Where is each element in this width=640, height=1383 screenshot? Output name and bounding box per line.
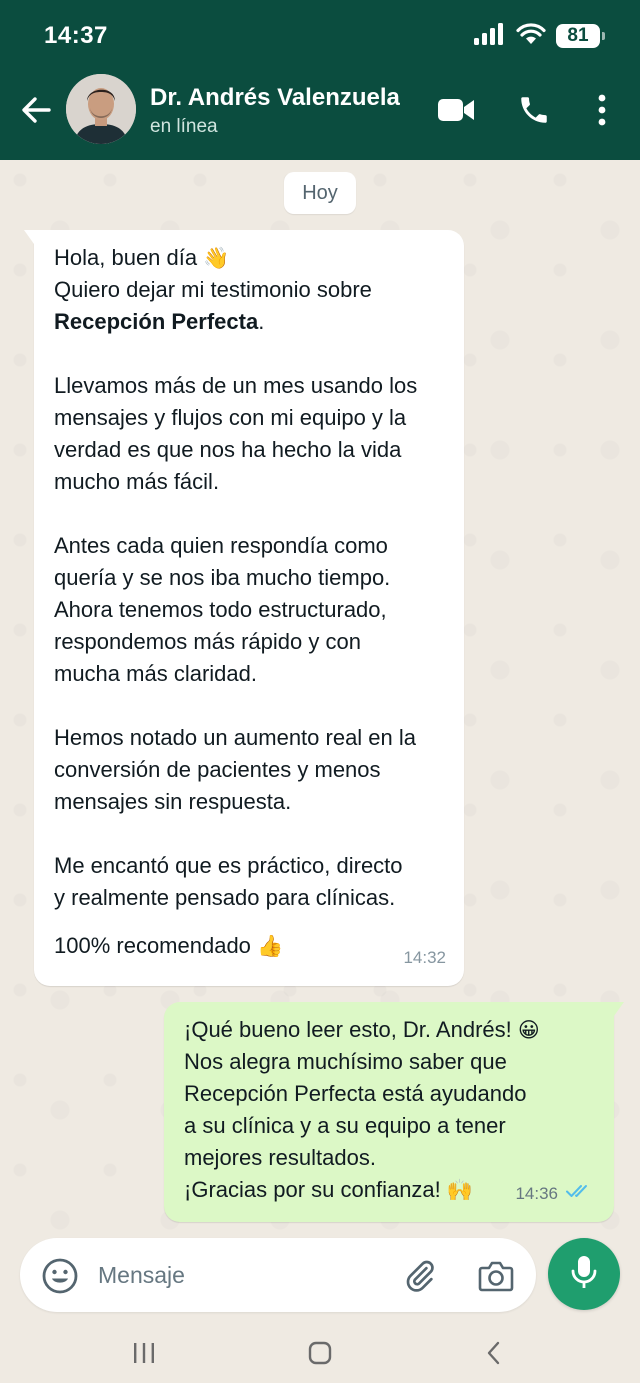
outgoing-message[interactable]: ¡Qué bueno leer esto, Dr. Andrés! 😀 Nos … [164, 1002, 624, 1222]
signal-icon [474, 22, 506, 50]
message-line: mucha más claridad. [54, 661, 257, 686]
status-time: 14:37 [44, 22, 108, 49]
wifi-icon [516, 22, 546, 50]
message-meta: 14:36 [515, 1178, 592, 1210]
message-line: ¡Qué bueno leer esto, Dr. Andrés! 😀 [184, 1017, 540, 1042]
message-time: 14:32 [403, 948, 446, 967]
message-input[interactable] [98, 1258, 378, 1292]
battery-indicator: 81 [556, 24, 605, 48]
message-line: a su clínica y a su equipo a tener [184, 1113, 506, 1138]
incoming-message[interactable]: Hola, buen día 👋 Quiero dejar mi testimo… [24, 230, 464, 986]
mic-button[interactable] [548, 1238, 620, 1310]
read-receipt-icon [566, 1178, 592, 1210]
chat-area[interactable]: Hoy Hola, buen día 👋 Quiero dejar mi tes… [0, 160, 640, 1235]
message-line: Ahora tenemos todo estructurado, [54, 597, 387, 622]
back-nav-icon[interactable] [474, 1338, 514, 1368]
message-line: Hola, buen día 👋 [54, 245, 230, 270]
message-line: 100% recomendado 👍 [54, 933, 284, 958]
system-nav-bar [0, 1320, 640, 1383]
message-line: Llevamos más de un mes usando los [54, 373, 418, 398]
message-time: 14:36 [515, 1184, 558, 1203]
recent-apps-icon[interactable] [124, 1338, 164, 1368]
bold-text: Recepción Perfecta [54, 309, 259, 334]
smiling-face-emoji: 😀 [517, 1018, 540, 1042]
message-line: verdad es que nos ha hecho la vida [54, 437, 402, 462]
camera-icon[interactable] [476, 1256, 516, 1296]
chat-header: 14:37 81 Dr. Andrés Valenzuela en línea [0, 0, 640, 160]
message-line: conversión de pacientes y menos [54, 757, 381, 782]
message-line: Me encantó que es práctico, directo [54, 853, 403, 878]
phone-icon[interactable] [514, 92, 554, 128]
status-icons: 81 [474, 22, 605, 50]
message-line: mucho más fácil. [54, 469, 220, 494]
message-line: mensajes y flujos con mi equipo y la [54, 405, 407, 430]
message-line: Recepción Perfecta está ayudando [184, 1081, 527, 1106]
thumbs-up-emoji: 👍 [257, 934, 284, 958]
message-line: Quiero dejar mi testimonio sobre [54, 277, 372, 302]
message-line: mensajes sin respuesta. [54, 789, 292, 814]
message-line: mejores resultados. [184, 1145, 376, 1170]
avatar[interactable] [66, 74, 136, 144]
waving-hand-emoji: 👋 [203, 246, 230, 270]
message-line: respondemos más rápido y con [54, 629, 361, 654]
message-line: quería y se nos iba mucho tiempo. [54, 565, 391, 590]
message-line: Hemos notado un aumento real en la [54, 725, 417, 750]
status-bar: 14:37 81 [0, 0, 640, 72]
video-call-icon[interactable] [436, 92, 476, 128]
contact-name[interactable]: Dr. Andrés Valenzuela [150, 84, 400, 112]
message-composer [20, 1238, 536, 1312]
emoji-icon[interactable] [40, 1256, 80, 1296]
home-icon[interactable] [300, 1338, 340, 1368]
message-line: Antes cada quien respondía como [54, 533, 388, 558]
date-chip: Hoy [284, 172, 356, 214]
message-line: y realmente pensado para clínicas. [54, 885, 396, 910]
message-line: Nos alegra muchísimo saber que [184, 1049, 507, 1074]
mic-icon [569, 1254, 599, 1295]
more-options-icon[interactable] [582, 92, 622, 128]
back-arrow-icon[interactable] [18, 92, 54, 128]
attach-icon[interactable] [400, 1256, 440, 1296]
raising-hands-emoji: 🙌 [446, 1178, 474, 1202]
contact-status: en línea [150, 116, 218, 137]
message-line: Recepción Perfecta. [54, 309, 265, 334]
